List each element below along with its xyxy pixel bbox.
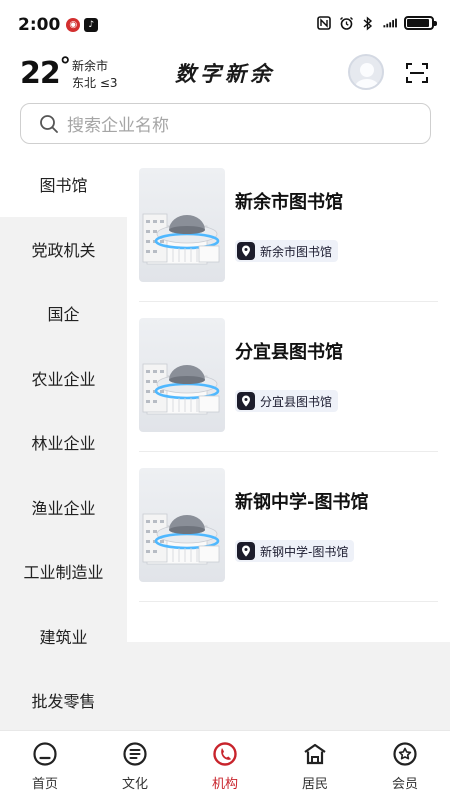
category-agriculture[interactable]: 农业企业 <box>0 346 127 411</box>
search-placeholder: 搜索企业名称 <box>67 116 169 136</box>
location-badge-icon <box>237 242 255 260</box>
category-manufacturing[interactable]: 工业制造业 <box>0 539 127 604</box>
bluetooth-icon <box>360 14 376 32</box>
alarm-icon <box>338 14 354 32</box>
library-thumbnail <box>139 468 225 582</box>
institution-list: 新余市图书馆 新余市图书馆 分宜县图书馆 分宜县图书馆 新钢中学-图书馆 新钢中… <box>127 152 450 642</box>
institution-tag: 新钢中学-图书馆 <box>235 540 355 562</box>
status-time: 2:00 <box>18 15 61 35</box>
scan-icon <box>406 63 428 83</box>
category-fishery[interactable]: 渔业企业 <box>0 475 127 540</box>
nav-resident[interactable]: 居民 <box>270 731 360 800</box>
category-sidebar: 图书馆 党政机关 国企 农业企业 林业企业 渔业企业 工业制造业 建筑业 批发零… <box>0 152 127 730</box>
library-thumbnail <box>139 168 225 282</box>
category-party-government[interactable]: 党政机关 <box>0 217 127 282</box>
tiktok-notification-icon: ♪ <box>84 18 99 32</box>
list-empty-area <box>127 642 450 730</box>
institution-card[interactable]: 分宜县图书馆 分宜县图书馆 <box>139 302 438 452</box>
culture-icon <box>123 742 147 766</box>
institution-card[interactable]: 新钢中学-图书馆 新钢中学-图书馆 <box>139 452 438 602</box>
home-icon <box>33 742 57 766</box>
search-icon <box>40 114 58 133</box>
institution-icon <box>213 742 237 766</box>
signal-icon <box>382 14 398 32</box>
status-icons <box>316 14 437 32</box>
nav-member[interactable]: 会员 <box>360 731 450 800</box>
scan-button[interactable] <box>405 61 429 85</box>
library-thumbnail <box>139 318 225 432</box>
institution-tag: 分宜县图书馆 <box>235 390 339 412</box>
nav-home[interactable]: 首页 <box>0 731 90 800</box>
institution-tag: 新余市图书馆 <box>235 240 339 262</box>
search-bar[interactable]: 搜索企业名称 <box>20 103 431 144</box>
nav-institution[interactable]: 机构 <box>180 731 270 800</box>
institution-title: 新余市图书馆 <box>235 192 343 213</box>
category-library[interactable]: 图书馆 <box>0 152 127 217</box>
header: 22° 新余市 东北 ≤3 数字新余 <box>0 50 450 100</box>
status-bar: 2:00 ◉ ♪ <box>0 0 450 50</box>
location-badge-icon <box>237 392 255 410</box>
category-forestry[interactable]: 林业企业 <box>0 410 127 475</box>
app-notification-icon: ◉ <box>66 18 81 32</box>
resident-icon <box>304 743 326 765</box>
location-badge-icon <box>237 542 255 560</box>
nfc-icon <box>316 14 332 32</box>
category-construction[interactable]: 建筑业 <box>0 604 127 669</box>
institution-card[interactable]: 新余市图书馆 新余市图书馆 <box>139 152 438 302</box>
battery-icon <box>404 16 437 30</box>
bottom-nav: 首页 文化 机构 居民 会员 <box>0 730 450 800</box>
member-icon <box>393 742 417 766</box>
category-state-enterprise[interactable]: 国企 <box>0 281 127 346</box>
nav-culture[interactable]: 文化 <box>90 731 180 800</box>
avatar[interactable] <box>348 54 384 90</box>
institution-title: 新钢中学-图书馆 <box>235 492 369 513</box>
institution-title: 分宜县图书馆 <box>235 342 343 363</box>
category-wholesale-retail[interactable]: 批发零售 <box>0 668 127 733</box>
